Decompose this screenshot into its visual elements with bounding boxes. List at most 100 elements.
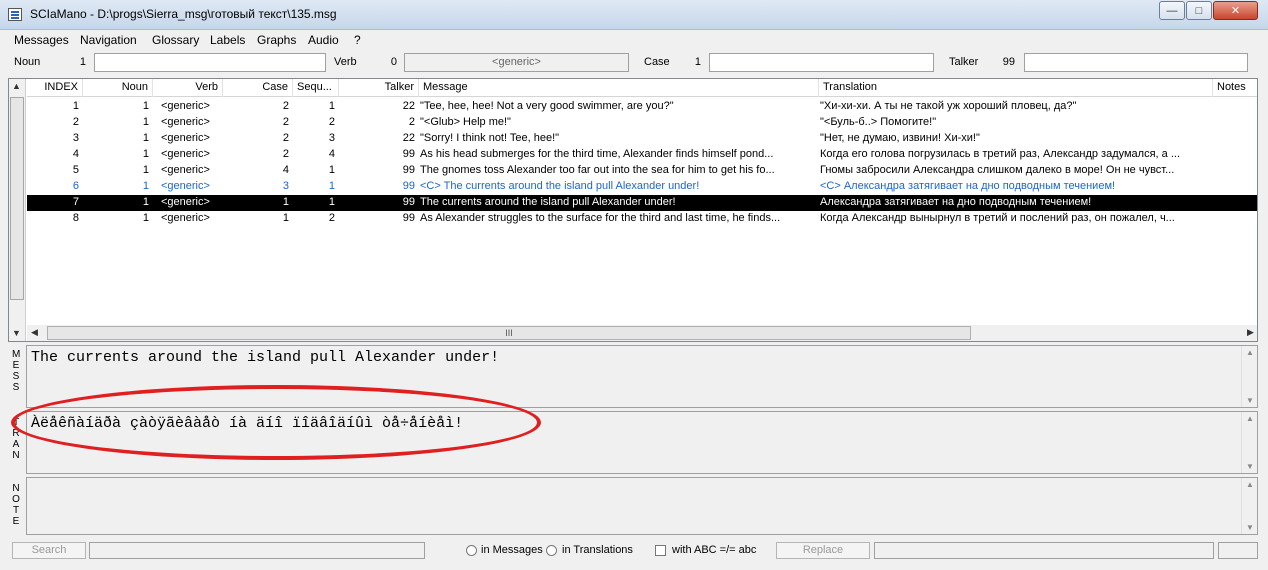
table-row[interactable]: 5 1 <generic> 4 1 99 The gnomes toss Alexander…: [27, 163, 1257, 179]
cell-translation: Александра затягивает на дно подводным т…: [820, 196, 1092, 208]
noun-input[interactable]: [94, 53, 326, 72]
case-sensitive-checkbox[interactable]: [655, 545, 666, 556]
cell-translation: "Нет, не думаю, извини! Хи-хи!": [820, 132, 980, 144]
message-pane-scrollbar[interactable]: ▲ ▼: [1241, 346, 1257, 407]
cell-sequence: 3: [328, 132, 335, 144]
header-noun[interactable]: Noun: [83, 79, 153, 97]
close-button[interactable]: ✕: [1213, 1, 1258, 20]
search-input[interactable]: [89, 542, 425, 559]
pane-scroll-up-icon[interactable]: ▲: [1246, 480, 1254, 489]
menu-labels[interactable]: Labels: [210, 33, 245, 47]
cell-noun: 1: [142, 196, 149, 208]
table-row[interactable]: 6 1 <generic> 3 1 99 <C> The currents around t…: [27, 179, 1257, 195]
cell-noun: 1: [142, 132, 149, 144]
table-row[interactable]: 3 1 <generic> 2 3 22 "Sorry! I think not! Tee,…: [27, 131, 1257, 147]
cell-verb: <generic>: [161, 132, 210, 144]
header-talker[interactable]: Talker: [339, 79, 419, 97]
in-messages-radio[interactable]: [466, 545, 477, 556]
table-row[interactable]: 8 1 <generic> 1 2 99 As Alexander struggles to…: [27, 211, 1257, 227]
cell-noun: 1: [142, 148, 149, 160]
menu-navigation[interactable]: Navigation: [80, 33, 137, 47]
window-title: SCIaMano - D:\progs\Sierra_msg\готовый т…: [30, 7, 337, 21]
table-row[interactable]: 7 1 <generic> 1 1 99 The currents around the i…: [27, 195, 1257, 211]
pane-scroll-down-icon[interactable]: ▼: [1246, 396, 1254, 405]
note-side-label: NOTE: [10, 483, 22, 527]
header-index[interactable]: INDEX: [27, 79, 83, 97]
cell-talker: 99: [402, 180, 415, 192]
mess-side-label: MESS: [10, 349, 22, 393]
cell-talker: 99: [402, 164, 415, 176]
cell-message: "Tee, hee, hee! Not a very good swimmer,…: [420, 100, 674, 112]
cell-verb: <generic>: [161, 196, 210, 208]
header-case[interactable]: Case: [223, 79, 293, 97]
pane-scroll-up-icon[interactable]: ▲: [1246, 348, 1254, 357]
menu-messages[interactable]: Messages: [14, 33, 69, 47]
cell-case: 2: [282, 132, 289, 144]
pane-scroll-down-icon[interactable]: ▼: [1246, 523, 1254, 532]
cell-sequence: 1: [328, 100, 335, 112]
pane-scroll-down-icon[interactable]: ▼: [1246, 462, 1254, 471]
verb-label: Verb: [334, 56, 357, 68]
menu-audio[interactable]: Audio: [308, 33, 339, 47]
table-row[interactable]: 4 1 <generic> 2 4 99 As his head submerges for…: [27, 147, 1257, 163]
cell-talker: 2: [408, 116, 415, 128]
case-sensitive-label: with ABC =/= abc: [672, 544, 757, 556]
scroll-up-icon[interactable]: ▲: [12, 81, 21, 91]
cell-message: "Sorry! I think not! Tee, hee!": [420, 132, 560, 144]
app-icon: [8, 8, 22, 21]
scroll-down-icon[interactable]: ▼: [12, 328, 21, 338]
cell-case: 2: [282, 116, 289, 128]
table-row[interactable]: 1 1 <generic> 2 1 22 "Tee, hee, hee! Not a ver…: [27, 99, 1257, 115]
menu-help[interactable]: ?: [354, 33, 361, 47]
cell-verb: <generic>: [161, 148, 210, 160]
grid-vertical-scroll-thumb[interactable]: [10, 97, 24, 300]
search-button[interactable]: Search: [12, 542, 86, 559]
noun-value: 1: [79, 56, 86, 68]
grid-horizontal-scrollbar[interactable]: ◀ III ▶: [27, 325, 1257, 341]
menu-glossary[interactable]: Glossary: [152, 33, 199, 47]
cell-index: 5: [72, 164, 79, 176]
grid-vertical-scrollbar[interactable]: ▲ ▼: [9, 79, 26, 341]
header-notes[interactable]: Notes: [1213, 79, 1257, 97]
verb-value: 0: [390, 56, 397, 68]
in-translations-radio[interactable]: [546, 545, 557, 556]
maximize-button[interactable]: □: [1186, 1, 1212, 20]
minimize-button[interactable]: —: [1159, 1, 1185, 20]
talker-label: Talker: [949, 56, 979, 68]
scroll-left-icon[interactable]: ◀: [31, 327, 38, 338]
talker-input[interactable]: [1024, 53, 1248, 72]
cell-case: 3: [282, 180, 289, 192]
replace-input[interactable]: [874, 542, 1214, 559]
table-row[interactable]: 2 1 <generic> 2 2 2 "<Glub> Help me!" "<Буль-б.…: [27, 115, 1257, 131]
verb-input[interactable]: <generic>: [404, 53, 629, 72]
search-bar: Search in Messages in Translations with …: [0, 539, 1268, 563]
cell-case: 1: [282, 196, 289, 208]
note-label: NOTE: [12, 483, 20, 527]
mess-label: MESS: [12, 349, 21, 393]
cell-index: 6: [72, 180, 79, 192]
pane-scroll-up-icon[interactable]: ▲: [1246, 414, 1254, 423]
cell-sequence: 2: [328, 116, 335, 128]
grid-horizontal-scroll-thumb[interactable]: III: [47, 326, 971, 340]
cell-talker: 22: [402, 132, 415, 144]
note-text-pane[interactable]: ▲ ▼: [26, 477, 1258, 535]
grid-header: INDEX Noun Verb Case Sequ... Talker Mess…: [27, 79, 1257, 97]
translation-pane-scrollbar[interactable]: ▲ ▼: [1241, 412, 1257, 473]
cell-talker: 99: [402, 148, 415, 160]
header-message[interactable]: Message: [419, 79, 819, 97]
header-translation[interactable]: Translation: [819, 79, 1213, 97]
talker-value: 99: [1002, 56, 1015, 68]
scroll-right-icon[interactable]: ▶: [1247, 327, 1254, 338]
menu-graphs[interactable]: Graphs: [257, 33, 296, 47]
cell-translation: <C> Александра затягивает на дно подводн…: [820, 180, 1116, 192]
cell-noun: 1: [142, 164, 149, 176]
case-input[interactable]: [709, 53, 934, 72]
header-verb[interactable]: Verb: [153, 79, 223, 97]
cell-sequence: 1: [328, 196, 335, 208]
case-label: Case: [644, 56, 670, 68]
status-field: [1218, 542, 1258, 559]
note-pane-scrollbar[interactable]: ▲ ▼: [1241, 478, 1257, 534]
cell-noun: 1: [142, 116, 149, 128]
header-sequence[interactable]: Sequ...: [293, 79, 339, 97]
replace-button[interactable]: Replace: [776, 542, 870, 559]
